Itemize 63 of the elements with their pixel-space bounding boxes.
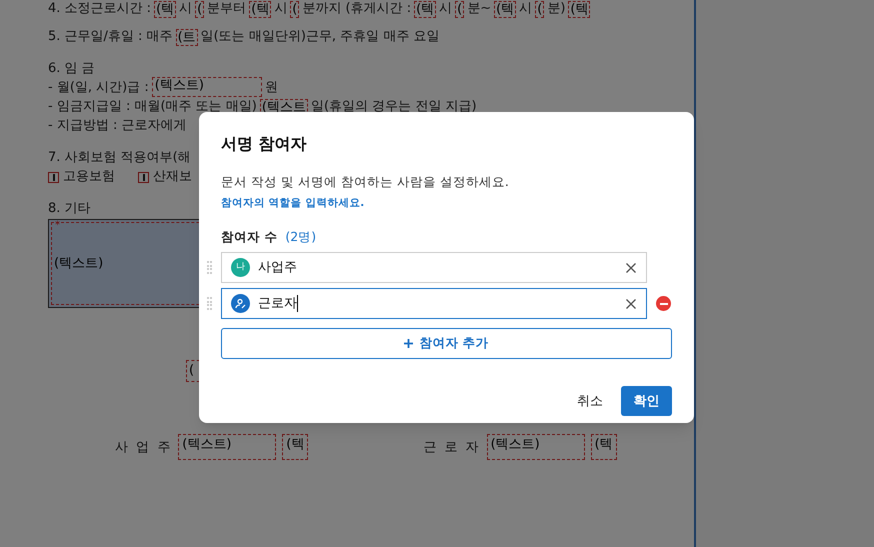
signature-label: 근 로 자: [423, 439, 481, 457]
document-text: 분): [547, 0, 566, 18]
form-field[interactable]: (텍스트): [152, 77, 262, 97]
document-text: 시: [439, 0, 452, 18]
close-icon[interactable]: [625, 298, 637, 310]
document-text: 8. 기타: [48, 200, 91, 218]
plus-icon: [404, 339, 414, 348]
form-field[interactable]: (텍: [154, 1, 176, 18]
document-text: 5. 근무일/휴일 : 매주: [48, 28, 173, 46]
dialog-title: 서명 참여자: [221, 133, 308, 155]
document-text: - 지급방법 : 근로자에게: [48, 117, 186, 135]
participant-count: (2명): [285, 228, 316, 246]
drag-handle-icon[interactable]: [207, 296, 213, 311]
form-field[interactable]: (텍: [249, 1, 272, 18]
checkbox-label: 고용보험: [63, 168, 115, 186]
form-field[interactable]: (트: [176, 29, 198, 46]
form-field[interactable]: (텍스트): [486, 434, 585, 460]
document-text: 분~: [467, 0, 492, 18]
checkbox[interactable]: [138, 172, 149, 182]
memo-text: (텍스트): [54, 254, 104, 273]
required-mark: *: [55, 221, 60, 231]
form-field[interactable]: (텍: [590, 434, 617, 460]
checkbox-label: 산재보: [153, 168, 192, 186]
document-text: 일(또는 매일단위)근무, 주휴일 매주 요일: [200, 28, 440, 46]
count-label: 참여자 수: [221, 228, 278, 246]
document-text: 분까지 (휴게시간 :: [302, 0, 412, 18]
participant-field[interactable]: 나 사업주: [221, 252, 647, 284]
form-field[interactable]: (: [195, 1, 204, 18]
cancel-button[interactable]: 취소: [577, 392, 603, 411]
form-field[interactable]: (텍: [494, 1, 516, 18]
document-text: 4. 소정근로시간 :: [48, 0, 152, 18]
document-text: 6. 임 금: [48, 60, 95, 78]
hint-text: 참여자의 역할을 입력하세요.: [221, 196, 366, 211]
form-field[interactable]: (: [535, 1, 544, 18]
document-text: 7. 사회보험 적용여부(해: [48, 149, 191, 167]
document-text: 시: [519, 0, 532, 18]
document-text: - 임금지급일 : 매월(매주 또는 매일): [48, 98, 257, 116]
document-text: 원: [264, 79, 278, 97]
document-text: 분부터: [207, 0, 246, 18]
form-field[interactable]: (텍: [568, 1, 590, 18]
checkbox[interactable]: [48, 172, 59, 182]
form-field[interactable]: (: [290, 1, 300, 18]
person-edit-icon: [231, 294, 250, 314]
form-field[interactable]: (: [455, 1, 464, 18]
document-text: - 월(일, 시간)급 :: [48, 79, 149, 97]
form-field[interactable]: (텍: [414, 1, 436, 18]
confirm-button[interactable]: 확인: [621, 386, 672, 416]
drag-handle-icon[interactable]: [207, 260, 213, 275]
form-field[interactable]: (텍: [282, 434, 308, 460]
document-text: 시: [274, 0, 288, 18]
participant-role: 사업주: [258, 259, 297, 277]
avatar-badge: 나: [231, 258, 250, 278]
form-field[interactable]: (텍스트): [178, 434, 276, 460]
add-participant-button[interactable]: 참여자 추가: [221, 328, 672, 360]
document-text: 일(휴일의 경우는 전일 지급): [310, 98, 477, 116]
remove-icon[interactable]: [656, 296, 671, 312]
participant-field[interactable]: 근로자: [221, 288, 647, 320]
close-icon[interactable]: [625, 262, 637, 274]
dialog-description: 문서 작성 및 서명에 참여하는 사람을 설정하세요.: [221, 173, 510, 191]
document-text: 시: [179, 0, 192, 18]
text-caret: [297, 295, 298, 312]
signature-label: 사 업 주: [115, 439, 172, 457]
participant-role: 근로자: [258, 295, 297, 313]
